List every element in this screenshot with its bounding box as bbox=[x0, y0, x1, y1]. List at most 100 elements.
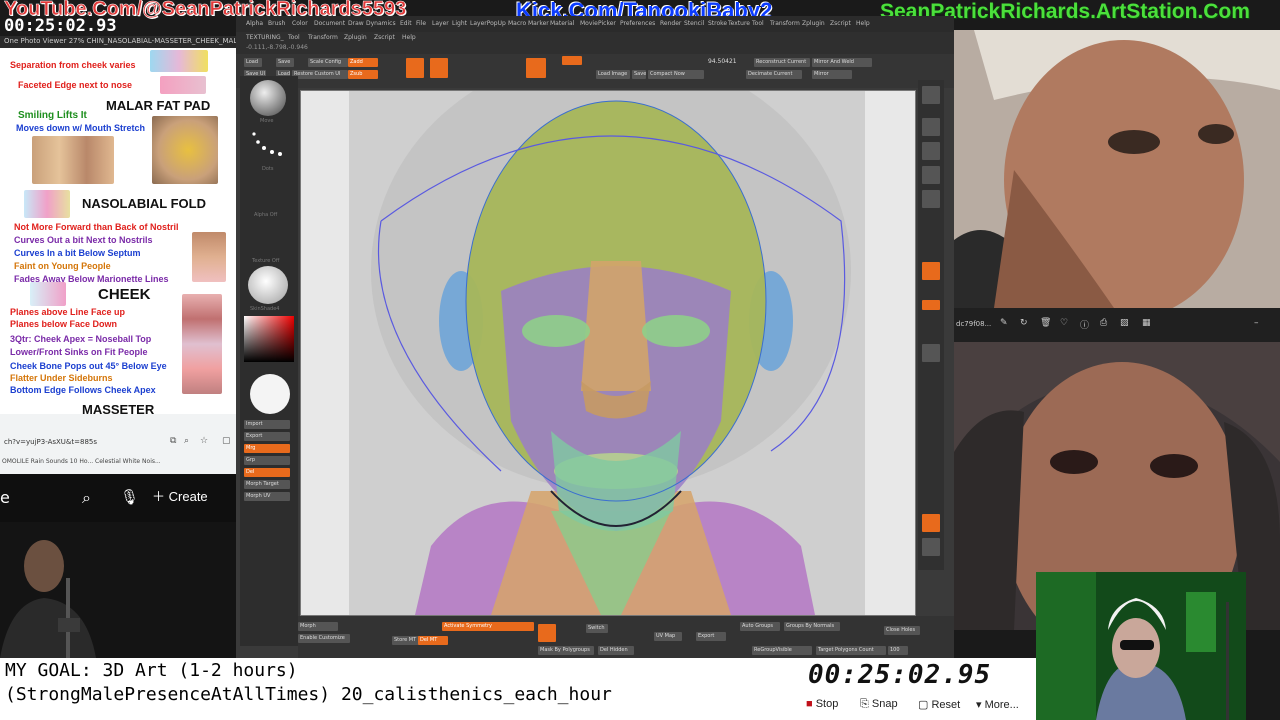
menu-item[interactable]: Layer bbox=[432, 20, 449, 27]
export-button[interactable]: Export bbox=[244, 432, 290, 441]
image-icon[interactable]: ▨ bbox=[1120, 318, 1129, 328]
address-bar[interactable]: ch?v=yujP3-AsXU&t=885s bbox=[4, 438, 97, 446]
enable-customize-button[interactable]: Enable Customize bbox=[298, 634, 350, 643]
save-button[interactable]: Save bbox=[276, 58, 294, 67]
material-thumbnail[interactable] bbox=[248, 266, 288, 304]
brush-thumbnail[interactable] bbox=[250, 80, 286, 116]
menu-item[interactable]: Preferences bbox=[620, 20, 655, 27]
floor-button[interactable] bbox=[922, 300, 940, 310]
rotate-icon[interactable]: ↻ bbox=[1020, 318, 1028, 328]
sculpt-canvas[interactable] bbox=[300, 51, 916, 616]
menu-item[interactable]: Movie bbox=[580, 20, 598, 27]
menu-item[interactable]: Draw bbox=[348, 20, 364, 27]
load-button[interactable]: Load bbox=[244, 58, 262, 67]
morph-button[interactable]: Morph bbox=[298, 622, 338, 631]
stroke-dots-thumbnail[interactable] bbox=[248, 128, 288, 166]
persp-button[interactable] bbox=[922, 262, 940, 280]
print-icon[interactable]: ⎙ bbox=[1100, 318, 1107, 328]
move-view-button[interactable] bbox=[922, 538, 940, 556]
menu-item[interactable]: Picker bbox=[598, 20, 616, 27]
zoom-button[interactable] bbox=[922, 142, 940, 160]
save-view-button[interactable]: Save V bbox=[632, 70, 646, 79]
menu-item[interactable]: File bbox=[416, 20, 426, 27]
close-holes-button[interactable]: Close Holes bbox=[884, 626, 920, 635]
menu-item[interactable]: Alpha bbox=[246, 20, 263, 27]
submenu-item[interactable]: Help bbox=[402, 34, 416, 41]
move-mode-button[interactable] bbox=[526, 58, 546, 78]
menu-item[interactable]: Zscript bbox=[830, 20, 851, 27]
auto-groups-button[interactable]: Auto Groups bbox=[740, 622, 780, 631]
menu-item[interactable]: Render bbox=[660, 20, 681, 27]
local-button[interactable] bbox=[922, 344, 940, 362]
delete-icon[interactable]: 🗑 bbox=[1040, 318, 1051, 328]
morph-target-button[interactable]: Morph Target bbox=[244, 480, 290, 489]
sidebar-icon[interactable]: ▢ bbox=[222, 436, 231, 446]
mask-by-polygroups-button[interactable]: Mask By Polygroups bbox=[538, 646, 594, 655]
share-icon[interactable]: ⧉ bbox=[170, 436, 176, 446]
restore-ui-button[interactable]: Restore Custom UI bbox=[292, 70, 348, 79]
del-mt-button[interactable]: Del MT bbox=[418, 636, 448, 645]
merge-button[interactable]: Mrg bbox=[244, 444, 290, 453]
menu-icon[interactable]: ▦ bbox=[1142, 318, 1151, 328]
create-button[interactable]: ＋ Create bbox=[152, 486, 208, 505]
mirror-button[interactable]: Mirror bbox=[812, 70, 852, 79]
scale-config-button[interactable]: Scale Config bbox=[308, 58, 348, 67]
more-button[interactable]: ▾ More... bbox=[976, 698, 1019, 711]
menu-item[interactable]: Light bbox=[452, 20, 467, 27]
import-button[interactable]: Import bbox=[244, 420, 290, 429]
menu-item[interactable]: LayerPopUp bbox=[470, 20, 506, 27]
search-icon[interactable]: ⌕ bbox=[184, 436, 189, 446]
reconstruct-button[interactable]: Reconstruct Current bbox=[754, 58, 810, 67]
bpr-button[interactable] bbox=[922, 86, 940, 104]
compact-now-button[interactable]: Compact Now bbox=[648, 70, 704, 79]
snap-button[interactable]: ⎘ Snap bbox=[860, 698, 898, 711]
regroup-visible-button[interactable]: ReGroupVisible bbox=[752, 646, 812, 655]
submenu-item[interactable]: TEXTURING_ bbox=[246, 34, 284, 41]
activate-symmetry-button[interactable]: Activate Symmetry bbox=[442, 622, 534, 631]
light-button[interactable] bbox=[562, 56, 582, 65]
submenu-item[interactable]: Tool bbox=[288, 34, 300, 41]
menu-item[interactable]: Dynamics bbox=[366, 20, 396, 27]
submenu-item[interactable]: Transform bbox=[308, 34, 338, 41]
mirror-weld-button[interactable]: Mirror And Weld bbox=[812, 58, 872, 67]
load-image-button[interactable]: Load Image bbox=[596, 70, 630, 79]
reset-button[interactable]: ▢ Reset bbox=[918, 698, 960, 711]
uv-map-button[interactable]: UV Map bbox=[654, 632, 682, 641]
color-swatch[interactable] bbox=[250, 374, 290, 414]
submenu-item[interactable]: Zplugin bbox=[344, 34, 367, 41]
menu-item[interactable]: Stroke bbox=[708, 20, 727, 27]
zadd-button[interactable]: Zadd bbox=[348, 58, 378, 67]
menu-item[interactable]: Macro bbox=[508, 20, 526, 27]
menu-item[interactable]: Color bbox=[292, 20, 308, 27]
search-icon[interactable]: ⌕ bbox=[82, 488, 91, 508]
microphone-icon[interactable]: 🎙 bbox=[120, 488, 139, 506]
menu-item[interactable]: Texture bbox=[728, 20, 750, 27]
menu-item[interactable]: Brush bbox=[268, 20, 285, 27]
edit-icon[interactable]: ✎ bbox=[1000, 318, 1008, 328]
groups-by-normals-button[interactable]: Groups By Normals bbox=[784, 622, 840, 631]
stop-button[interactable]: ■ Stop bbox=[806, 698, 838, 710]
menu-item[interactable]: Edit bbox=[400, 20, 412, 27]
menu-item[interactable]: Document bbox=[314, 20, 345, 27]
scroll-button[interactable] bbox=[922, 118, 940, 136]
minimize-icon[interactable]: – bbox=[1254, 318, 1259, 328]
menu-item[interactable]: Help bbox=[856, 20, 870, 27]
submenu-item[interactable]: Zscript bbox=[374, 34, 395, 41]
info-icon[interactable]: ⓘ bbox=[1080, 318, 1089, 331]
del-hidden-button[interactable]: Del Hidden bbox=[598, 646, 634, 655]
switch-button[interactable]: Switch bbox=[586, 624, 608, 633]
menu-item[interactable]: Tool bbox=[752, 20, 764, 27]
aahalf-button[interactable] bbox=[922, 190, 940, 208]
menu-item[interactable]: Marker bbox=[528, 20, 549, 27]
star-icon[interactable]: ☆ bbox=[200, 436, 208, 446]
draw-mode-button[interactable] bbox=[430, 58, 448, 78]
frame-button[interactable] bbox=[922, 514, 940, 532]
menu-item[interactable]: Material bbox=[550, 20, 574, 27]
edit-mode-button[interactable] bbox=[406, 58, 424, 78]
menu-item[interactable]: Zplugin bbox=[802, 20, 825, 27]
delete-button[interactable]: Del bbox=[244, 468, 290, 477]
zsub-button[interactable]: Zsub bbox=[348, 70, 378, 79]
target-polygons-value[interactable]: 100 bbox=[888, 646, 908, 655]
bookmarks-bar[interactable]: OMOLILE Rain Sounds 10 Ho... Celestial W… bbox=[2, 458, 161, 465]
actual-button[interactable] bbox=[922, 166, 940, 184]
